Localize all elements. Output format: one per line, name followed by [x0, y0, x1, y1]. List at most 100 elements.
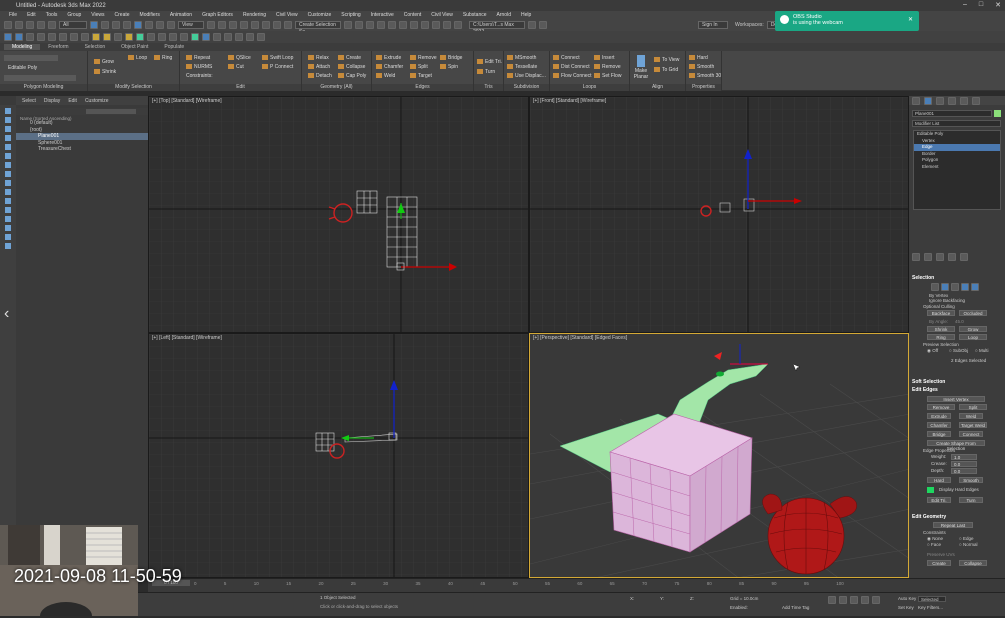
target-button[interactable]: Target	[410, 73, 432, 79]
menu-civil-view[interactable]: Civil View	[271, 12, 303, 18]
constraint-normal-radio[interactable]: ○ Normal	[959, 542, 977, 547]
snap-3d-icon[interactable]	[240, 21, 248, 29]
target-weld-button[interactable]: Target Weld	[959, 422, 987, 428]
hard-button[interactable]: Hard	[689, 55, 708, 61]
array-icon[interactable]	[224, 33, 232, 41]
wave-icon[interactable]	[169, 33, 177, 41]
polygon-level-icon[interactable]	[961, 283, 969, 291]
toggle-layer-explorer-icon[interactable]	[377, 21, 385, 29]
workspace-path-dropdown[interactable]: C:\Users\T...s Max 2022	[469, 21, 525, 35]
reference-coord-dropdown[interactable]: View	[178, 21, 204, 29]
soft-selection-rollout-title[interactable]: Soft Selection	[912, 379, 945, 385]
turn-button[interactable]: Turn	[477, 69, 495, 75]
maximize-button[interactable]: □	[979, 1, 983, 9]
filter-lights-icon[interactable]	[5, 126, 11, 132]
menu-group[interactable]: Group	[62, 12, 86, 18]
create-shape-button[interactable]: Create Shape From Selection	[927, 440, 985, 451]
edit-named-sel-icon[interactable]	[284, 21, 292, 29]
render-setup-icon[interactable]	[432, 21, 440, 29]
snapshot-icon[interactable]	[246, 33, 254, 41]
sphere-primitive-icon[interactable]	[114, 33, 122, 41]
scale-icon[interactable]	[156, 21, 164, 29]
rect-select-icon[interactable]	[112, 21, 120, 29]
grow-button[interactable]: Grow	[94, 59, 114, 65]
to-grid-button[interactable]: To Grid	[654, 67, 678, 73]
loop-remove-button[interactable]: Remove	[594, 64, 621, 70]
select-by-name-icon[interactable]	[101, 21, 109, 29]
undo-icon[interactable]	[4, 21, 12, 29]
display-hard-edges-checkbox[interactable]: Display Hard Edges	[939, 487, 979, 492]
filter-hidden-icon[interactable]	[5, 207, 11, 213]
pin-stack-icon[interactable]	[912, 253, 920, 261]
show-end-result-icon[interactable]	[924, 253, 932, 261]
schematic-view-icon[interactable]	[410, 21, 418, 29]
material-editor-icon[interactable]	[421, 21, 429, 29]
spacewarps-icon[interactable]	[70, 33, 78, 41]
modifier-list-dropdown[interactable]: Modifier List	[912, 120, 1001, 127]
close-button[interactable]: ✕	[995, 1, 1001, 9]
selected-dropdown[interactable]: Selected	[918, 596, 946, 602]
play-icon[interactable]	[850, 596, 858, 604]
remove-button[interactable]: Remove	[927, 404, 955, 410]
obs-notification[interactable]: OBS Studio is using the webcam ✕	[775, 11, 919, 31]
tab-edit[interactable]: Edit	[68, 98, 77, 104]
percent-snap-icon[interactable]	[262, 21, 270, 29]
by-angle-value[interactable]: 45.0	[955, 319, 964, 324]
tab-customize[interactable]: Customize	[85, 98, 109, 104]
toggle-scene-explorer-icon[interactable]	[366, 21, 374, 29]
add-time-tag-button[interactable]: Add Time Tag	[782, 605, 809, 610]
viewport-label[interactable]: [+] [Top] [Standard] [Wireframe]	[152, 98, 222, 104]
keyboard-shortcut-icon[interactable]	[229, 21, 237, 29]
plane-primitive-icon[interactable]	[136, 33, 144, 41]
viewport-top[interactable]: [+] [Top] [Standard] [Wireframe]	[148, 96, 529, 333]
filter-invert-icon[interactable]	[5, 234, 11, 240]
remove-button[interactable]: Remove	[410, 55, 437, 61]
menu-civil-view-2[interactable]: Civil View	[426, 12, 458, 18]
select-manipulate-icon[interactable]	[218, 21, 226, 29]
spinner-snap-icon[interactable]	[273, 21, 281, 29]
preview-off-radio[interactable]: ◉ Off	[927, 348, 938, 354]
viewport-label[interactable]: [+] [Left] [Standard] [Wireframe]	[152, 335, 222, 341]
filter-geometry-icon[interactable]	[5, 108, 11, 114]
weld-button[interactable]: Weld	[376, 73, 395, 79]
shrink-button[interactable]: Shrink	[94, 69, 116, 75]
edit-geometry-rollout-title[interactable]: Edit Geometry	[912, 514, 946, 520]
explorer-search[interactable]	[86, 109, 136, 114]
loop-button[interactable]: Loop	[959, 334, 987, 340]
p-connect-button[interactable]: P Connect	[262, 64, 293, 70]
constraint-face-radio[interactable]: ○ Face	[927, 542, 941, 547]
menu-file[interactable]: File	[4, 12, 22, 18]
help-icon[interactable]	[257, 33, 265, 41]
make-unique-icon[interactable]	[936, 253, 944, 261]
filter-none-icon[interactable]	[5, 225, 11, 231]
grid-icon[interactable]	[180, 33, 188, 41]
smooth-button[interactable]: Smooth	[959, 477, 983, 483]
link-icon[interactable]	[26, 21, 34, 29]
spin-button[interactable]: Spin	[440, 64, 458, 70]
cap-poly-button[interactable]: Cap Poly	[338, 73, 366, 79]
filter-frozen-icon[interactable]	[5, 198, 11, 204]
menu-arnold[interactable]: Arnold	[492, 12, 516, 18]
filter-funnel-icon[interactable]	[5, 243, 11, 249]
create-button[interactable]: Create	[338, 55, 361, 61]
set-key-button[interactable]: Set Key	[898, 605, 914, 610]
modify-mode-buttons[interactable]	[4, 75, 76, 81]
hard-button[interactable]: Hard	[927, 477, 951, 483]
set-flow-button[interactable]: Set Flow	[594, 73, 621, 79]
goto-start-icon[interactable]	[828, 596, 836, 604]
rendered-frame-icon[interactable]	[443, 21, 451, 29]
render-icon[interactable]	[454, 21, 462, 29]
filter-spacewarps-icon[interactable]	[5, 153, 11, 159]
filter-bones-icon[interactable]	[5, 180, 11, 186]
qslice-button[interactable]: QSlice	[228, 55, 251, 61]
filter-shapes-icon[interactable]	[5, 117, 11, 123]
menu-rendering[interactable]: Rendering	[238, 12, 271, 18]
named-selection-set-dropdown[interactable]: Create Selection Se	[295, 21, 341, 35]
extrude-button[interactable]: Extrude	[376, 55, 401, 61]
goto-end-icon[interactable]	[872, 596, 880, 604]
menu-edit[interactable]: Edit	[22, 12, 41, 18]
grow-button[interactable]: Grow	[959, 326, 987, 332]
preserve-uvs-checkbox[interactable]: Preserve UVs	[927, 552, 955, 557]
box-primitive-icon[interactable]	[92, 33, 100, 41]
menu-scripting[interactable]: Scripting	[336, 12, 365, 18]
